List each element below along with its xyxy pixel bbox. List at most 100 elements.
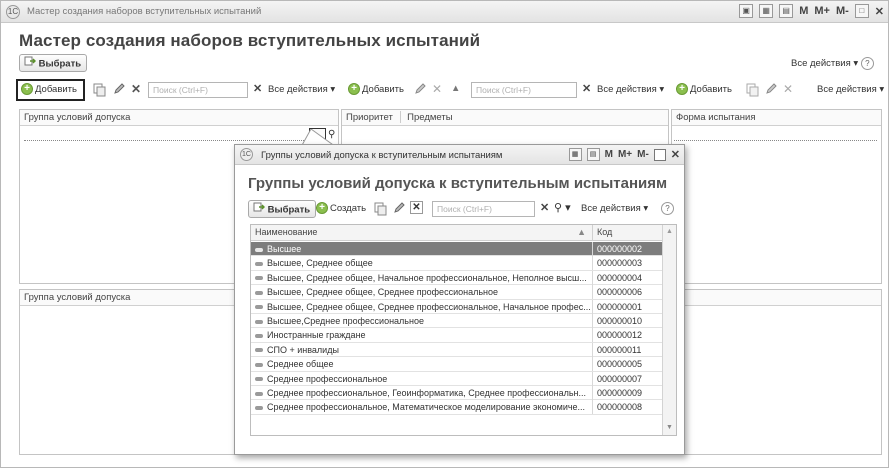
memory-mminus-button[interactable]: M-	[836, 5, 849, 17]
item-marker-icon	[255, 377, 263, 382]
memory-mplus-button[interactable]: M+	[814, 5, 830, 17]
row-code-cell: 000000002	[592, 242, 662, 256]
subjects-all-actions[interactable]: Все действия ▾	[597, 83, 664, 97]
add-icon: +	[21, 83, 33, 96]
groups-table-header: Группа условий допуска	[20, 110, 338, 126]
column-divider	[399, 111, 401, 124]
vertical-scrollbar[interactable]: ▲ ▼	[662, 225, 676, 435]
help-icon[interactable]: ?	[661, 202, 674, 215]
row-name-cell: СПО + инвалиды	[251, 343, 591, 357]
item-marker-icon	[255, 391, 263, 396]
copy-icon[interactable]	[746, 83, 760, 102]
forms-add-button[interactable]: + Добавить	[676, 83, 732, 97]
close-icon[interactable]: ✕	[671, 148, 680, 161]
table-row[interactable]: Высшее, Среднее общее 000000003	[251, 256, 663, 271]
row-name-cell: Среднее профессиональное, Математическое…	[251, 400, 591, 414]
forms-all-actions-label: Все действия	[817, 84, 877, 95]
page-all-actions[interactable]: Все действия ▾ ?	[791, 57, 874, 70]
add-icon: +	[676, 83, 688, 96]
select-button-label: Выбрать	[38, 58, 82, 70]
popup-clear-search-icon[interactable]: ✕	[540, 201, 549, 214]
groups-list-table[interactable]: Наименование ▲ Код Высшее 000000002 Высшее…	[250, 224, 677, 436]
table-row[interactable]: СПО + инвалиды 000000011	[251, 342, 663, 358]
item-marker-icon	[255, 247, 263, 252]
calculator-icon[interactable]: ▦	[759, 4, 774, 18]
memory-mplus-button[interactable]: M+	[618, 149, 632, 160]
copy-icon[interactable]	[374, 202, 388, 221]
table-row[interactable]: Среднее общее 000000005	[251, 357, 663, 372]
item-marker-icon	[255, 262, 263, 267]
groups-clear-search-icon[interactable]: ✕	[253, 82, 262, 95]
search-icon[interactable]: ⚲ ▾	[554, 201, 571, 215]
code-column-header[interactable]: Код	[592, 225, 664, 241]
edit-pencil-icon[interactable]	[393, 202, 405, 219]
table-row[interactable]: Высшее,Среднее профессиональное 000000010	[251, 314, 663, 329]
item-marker-icon	[255, 406, 263, 411]
delete-icon[interactable]: ✕	[432, 82, 442, 96]
popup-title-bar: 1С Группы условий допуска к вступительны…	[235, 145, 684, 165]
memory-mminus-button[interactable]: M-	[637, 149, 649, 160]
groups-input-line[interactable]	[24, 140, 304, 141]
table-row[interactable]: Иностранные граждане 000000012	[251, 328, 663, 343]
table-row[interactable]: Высшее, Среднее общее, Начальное професс…	[251, 270, 663, 286]
forms-table[interactable]: Форма испытания	[671, 109, 882, 284]
row-name-text: СПО + инвалиды	[267, 344, 339, 355]
edit-pencil-icon[interactable]	[113, 83, 125, 100]
maximize-icon[interactable]: □	[854, 4, 869, 18]
sort-icon: ▲	[577, 227, 586, 237]
row-code-cell: 000000010	[592, 314, 662, 328]
scroll-up-icon[interactable]: ▲	[666, 228, 673, 235]
popup-all-actions-label: Все действия	[581, 203, 641, 214]
popup-heading: Группы условий допуска к вступительным и…	[248, 175, 668, 192]
calendar-icon[interactable]: ▤	[586, 148, 600, 161]
row-name-cell: Среднее общее	[251, 357, 591, 371]
row-name-cell: Высшее, Среднее общее, Среднее профессио…	[251, 300, 591, 314]
row-name-text: Высшее, Среднее общее, Начальное професс…	[267, 272, 587, 283]
calculator-icon[interactable]: ▦	[568, 148, 582, 161]
forms-all-actions[interactable]: Все действия ▾	[817, 83, 884, 97]
table-row[interactable]: Высшее, Среднее общее, Среднее профессио…	[251, 299, 663, 314]
app-1c-icon[interactable]: 1С	[240, 148, 253, 161]
forms-add-label: Добавить	[690, 84, 732, 95]
groups-all-actions[interactable]: Все действия ▾	[268, 83, 335, 97]
table-row[interactable]: Среднее профессиональное, Математическое…	[251, 400, 663, 415]
close-icon[interactable]: ✕	[875, 5, 884, 18]
groups-add-button[interactable]: + Добавить	[21, 83, 77, 97]
popup-create-button[interactable]: + Создать	[316, 202, 366, 216]
scroll-down-icon[interactable]: ▼	[666, 424, 673, 431]
groups-search-input[interactable]: Поиск (Ctrl+F)	[148, 82, 248, 98]
favorites-icon[interactable]: ▣	[739, 4, 754, 18]
copy-icon[interactable]	[93, 83, 107, 102]
delete-icon[interactable]: ✕	[783, 82, 793, 96]
table-row[interactable]: Высшее 000000002	[251, 242, 663, 257]
subjects-add-button[interactable]: + Добавить	[348, 83, 404, 97]
forms-input-line[interactable]	[674, 140, 877, 141]
help-icon[interactable]: ?	[860, 57, 874, 70]
subjects-clear-search-icon[interactable]: ✕	[582, 82, 591, 95]
popup-search-input[interactable]: Поиск (Ctrl+F)	[432, 201, 535, 217]
row-name-text: Высшее, Среднее общее, Среднее профессио…	[267, 301, 591, 312]
groups-selection-popup: 1С Группы условий допуска к вступительны…	[234, 144, 685, 455]
table-row[interactable]: Среднее профессиональное 000000007	[251, 371, 663, 386]
groups-all-actions-label: Все действия	[268, 84, 328, 95]
subjects-search-input[interactable]: Поиск (Ctrl+F)	[471, 82, 577, 98]
edit-pencil-icon[interactable]	[765, 83, 777, 100]
memory-m-button[interactable]: M	[799, 5, 808, 17]
app-1c-icon[interactable]: 1С	[6, 5, 20, 19]
calendar-icon[interactable]: ▤	[779, 4, 794, 18]
name-column-header[interactable]: Наименование ▲	[251, 225, 592, 241]
maximize-icon[interactable]	[653, 148, 666, 161]
row-name-cell: Высшее,Среднее профессиональное	[251, 314, 591, 328]
delete-icon[interactable]: ✕	[131, 82, 141, 96]
table-row[interactable]: Высшее, Среднее общее, Среднее профессио…	[251, 285, 663, 300]
row-name-text: Среднее общее	[267, 359, 334, 370]
popup-select-button[interactable]: Выбрать	[248, 200, 317, 218]
delete-icon[interactable]: ✕	[410, 201, 423, 214]
move-up-icon[interactable]: ▲	[451, 82, 460, 96]
popup-all-actions[interactable]: Все действия ▾	[581, 202, 648, 216]
memory-m-button[interactable]: M	[605, 149, 613, 160]
edit-pencil-icon[interactable]	[414, 83, 426, 100]
row-code-cell: 000000006	[592, 285, 662, 300]
select-button[interactable]: Выбрать	[19, 54, 88, 72]
table-row[interactable]: Среднее профессиональное, Геоинформатика…	[251, 386, 663, 401]
